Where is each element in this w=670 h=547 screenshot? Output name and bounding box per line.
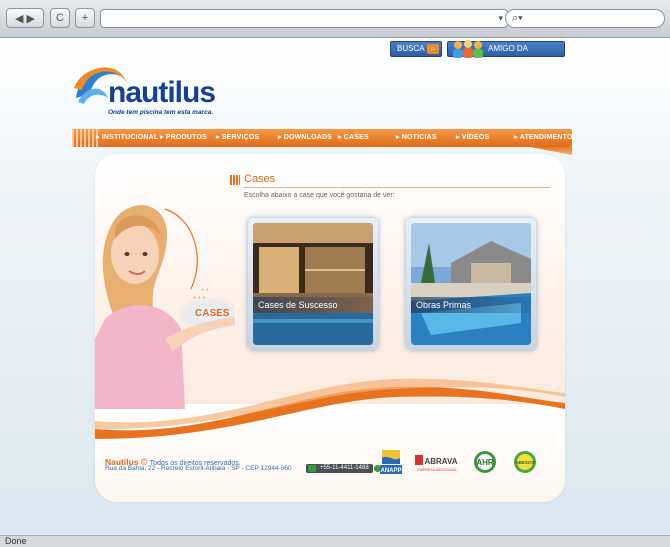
main-nav: INSTITUCIONAL PRODUTOS SERVIÇOS DOWNLOAD… (72, 129, 572, 147)
browser-search-field[interactable]: ⌕▾ (505, 9, 665, 28)
nav-item-atendimento[interactable]: ATENDIMENTO (514, 129, 573, 147)
svg-text:ABESCO: ABESCO (515, 460, 535, 465)
title-bars-decoration (230, 175, 240, 185)
nav-item-institucional[interactable]: INSTITUCIONAL (96, 129, 158, 147)
reload-button[interactable]: C (50, 8, 70, 28)
abrava-logo[interactable]: ABRAVA EMPRESA ASSOCIADA (415, 453, 459, 473)
anapp-logo[interactable]: ANAPP (380, 450, 402, 474)
svg-text:AHR: AHR (476, 458, 494, 467)
logo-tagline: Onde tem piscina tem esta marca. (108, 109, 214, 116)
title-underline (244, 187, 550, 188)
case-card-sucesso[interactable]: Cases de Suscesso (248, 218, 378, 350)
address-bar[interactable]: ▾ (100, 9, 508, 28)
abesco-logo[interactable]: ABESCO (513, 446, 537, 474)
busca-label: BUSCA (397, 44, 425, 53)
case-image[interactable]: Obras Primas (411, 223, 531, 345)
page-subtitle: Escolha abaixo a case que você gostaria … (244, 192, 395, 199)
page-title: Cases (244, 173, 276, 185)
people-icon (453, 40, 483, 58)
search-icon: ⌕ (427, 44, 439, 54)
nav-item-cases[interactable]: CASES (338, 129, 369, 147)
ahr-logo[interactable]: AHR (473, 450, 497, 474)
back-forward-buttons[interactable]: ◀ ▶ (6, 8, 44, 28)
case-card-obras-primas[interactable]: Obras Primas (406, 218, 536, 350)
amigo-da-revenda-button[interactable]: AMIGO DA REVENDA (447, 40, 565, 67)
girl-illustration: + + + + + CASES (95, 205, 235, 409)
building-pool-photo (253, 223, 373, 345)
case-image[interactable]: Cases de Suscesso (253, 223, 373, 345)
svg-text:ABRAVA: ABRAVA (424, 457, 457, 466)
nav-item-noticias[interactable]: NOTÍCIAS (396, 129, 437, 147)
nav-item-videos[interactable]: VÍDEOS (456, 129, 489, 147)
house-pool-photo (411, 223, 531, 345)
new-tab-button[interactable]: + (75, 8, 95, 28)
browser-status-bar: Done (0, 535, 670, 547)
busca-button[interactable]: BUSCA ⌕ (390, 41, 442, 57)
svg-text:ANAPP: ANAPP (380, 468, 401, 474)
case-label: Obras Primas (411, 297, 531, 313)
svg-text:+ +: + + (201, 287, 209, 292)
search-icon[interactable]: ⌕▾ (512, 12, 523, 24)
svg-text:EMPRESA ASSOCIADA: EMPRESA ASSOCIADA (417, 468, 457, 472)
svg-text:+ + +: + + + (193, 295, 206, 300)
chevron-down-icon[interactable]: ▾ (498, 13, 503, 24)
nav-decoration (72, 129, 98, 147)
browser-toolbar: ◀ ▶ C + ▾ ⌕▾ (0, 0, 670, 38)
hero-badge: CASES (195, 308, 230, 319)
amigo-label: AMIGO DA REVENDA (488, 44, 528, 67)
nav-item-produtos[interactable]: PRODUTOS (160, 129, 207, 147)
nav-item-servicos[interactable]: SERVIÇOS (216, 129, 259, 147)
logo-wordmark: nautilus (108, 76, 216, 109)
case-label: Cases de Suscesso (253, 297, 373, 313)
footer-phone: +55-11-4411-1488 (306, 464, 381, 473)
section-header: Cases (230, 173, 550, 188)
page-viewport: BUSCA ⌕ AMIGO DA REVENDA nautilus Onde t… (0, 38, 670, 535)
nav-item-downloads[interactable]: DOWNLOADS (278, 129, 332, 147)
footer-address: Rua da Bahia, 22 - Recreio Estoril-Atiba… (105, 465, 292, 472)
